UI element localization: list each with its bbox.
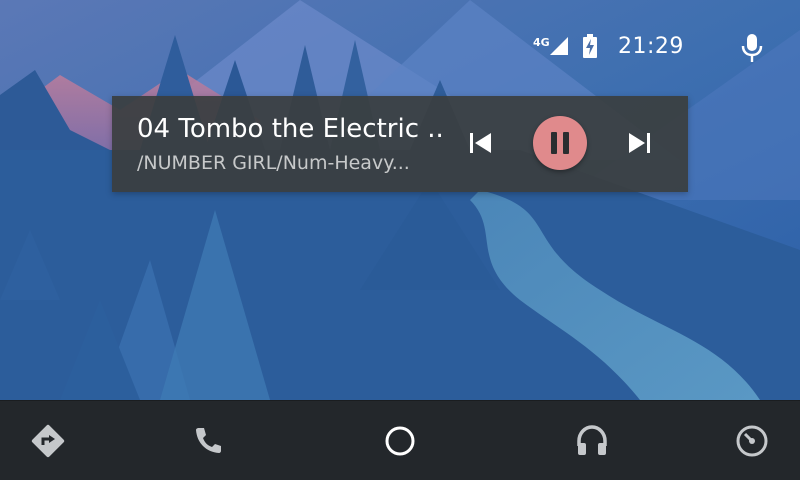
nav-overview-button[interactable] [730,419,774,463]
track-subtitle: /NUMBER GIRL/Num-Heavy... [137,152,410,174]
android-auto-screen: 4G 21:29 04 Tombo the Electric ... /NUMB… [0,0,800,480]
nav-navigation-button[interactable] [26,419,70,463]
battery-charging-icon [583,34,597,58]
next-track-button[interactable] [622,126,656,160]
bottom-navigation-bar [0,400,800,480]
network-type-label: 4G [533,36,550,49]
phone-icon [196,428,221,453]
home-icon [385,426,415,456]
nav-phone-button[interactable] [186,419,230,463]
nav-media-button[interactable] [570,419,614,463]
dashboard-gauge-icon [736,425,768,457]
status-bar: 4G 21:29 [0,0,800,96]
pause-icon [551,132,569,154]
play-pause-button[interactable] [533,116,587,170]
microphone-icon[interactable] [740,33,764,63]
headphones-icon [577,425,607,455]
navigation-icon [31,424,65,458]
signal-icon [550,37,568,55]
skip-next-icon [629,133,650,153]
previous-track-button[interactable] [464,126,498,160]
media-card[interactable]: 04 Tombo the Electric ... /NUMBER GIRL/N… [112,96,688,192]
clock: 21:29 [618,34,684,59]
skip-previous-icon [470,133,491,153]
track-title: 04 Tombo the Electric ... [137,114,442,144]
nav-home-button[interactable] [378,419,422,463]
